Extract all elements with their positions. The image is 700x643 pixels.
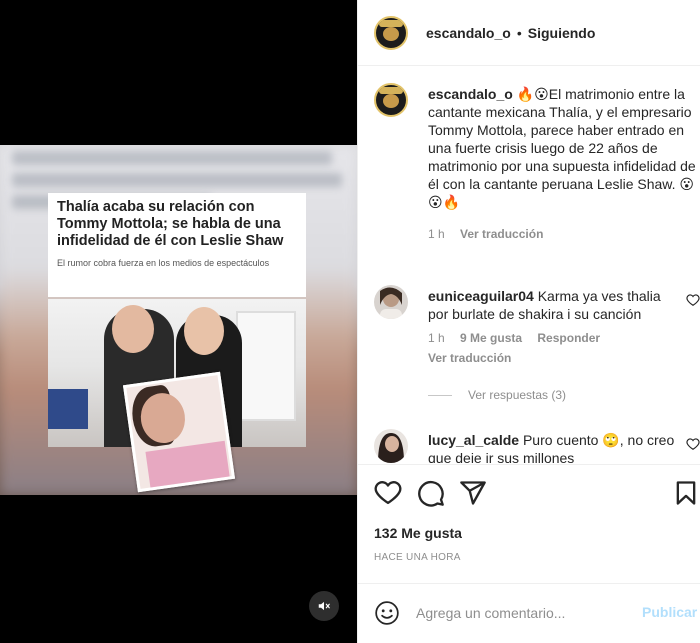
caption-text: 🔥😮El matrimonio entre la cantante mexica… [428, 86, 696, 210]
comment-username[interactable]: lucy_al_calde [428, 432, 519, 448]
comment-time: 1 h [428, 331, 445, 345]
inset-photo [122, 371, 236, 493]
post-timestamp: HACE UNA HORA [374, 552, 461, 563]
like-comment-heart-icon[interactable] [686, 437, 700, 451]
add-comment-bar: Publicar [358, 583, 700, 643]
caption-avatar[interactable] [374, 83, 408, 117]
caption-username[interactable]: escandalo_o [428, 86, 513, 102]
reply-button[interactable]: Responder [537, 331, 600, 345]
commenter-avatar[interactable] [374, 429, 408, 463]
like-comment-heart-icon[interactable] [686, 293, 700, 307]
likes-count[interactable]: 132 Me gusta [374, 525, 462, 541]
comment-input[interactable] [416, 601, 626, 625]
mute-button[interactable] [309, 591, 339, 621]
emoji-icon[interactable] [374, 600, 400, 626]
like-heart-icon[interactable] [374, 479, 402, 507]
caption-time: 1 h [428, 227, 445, 241]
post-actions: 132 Me gusta HACE UNA HORA [358, 464, 700, 584]
speaker-muted-icon [318, 601, 330, 611]
comments-section[interactable]: escandalo_o 🔥😮El matrimonio entre la can… [358, 67, 700, 463]
article-headline: Thalía acaba su relación con Tommy Motto… [57, 199, 284, 249]
following-button[interactable]: Siguiendo [528, 25, 596, 41]
publish-button[interactable]: Publicar [642, 604, 697, 620]
commenter-avatar[interactable] [374, 285, 408, 319]
comment-username[interactable]: euniceaguilar04 [428, 288, 534, 304]
comment-bubble-icon[interactable] [417, 479, 445, 507]
separator-dot: • [516, 24, 522, 41]
header-username[interactable]: escandalo_o [426, 25, 511, 41]
article-card: Thalía acaba su relación con Tommy Motto… [48, 193, 306, 297]
view-replies-button[interactable]: Ver respuestas (3) [428, 388, 566, 402]
article-subheadline: El rumor cobra fuerza en los medios de e… [57, 258, 270, 268]
comment-likes[interactable]: 9 Me gusta [460, 331, 522, 345]
post-media[interactable]: Thalía acaba su relación con Tommy Motto… [0, 0, 357, 643]
post-panel: escandalo_o • Siguiendo escandalo_o 🔥😮El… [357, 0, 700, 643]
comment-translate-link[interactable]: Ver traducción [428, 351, 511, 365]
post-image: Thalía acaba su relación con Tommy Motto… [0, 145, 357, 495]
post-header: escandalo_o • Siguiendo [358, 0, 700, 66]
avatar[interactable] [374, 15, 408, 50]
view-replies-label: Ver respuestas (3) [468, 388, 567, 402]
save-bookmark-icon[interactable] [672, 479, 700, 507]
caption-translate-link[interactable]: Ver traducción [460, 227, 543, 241]
share-send-icon[interactable] [459, 479, 487, 507]
